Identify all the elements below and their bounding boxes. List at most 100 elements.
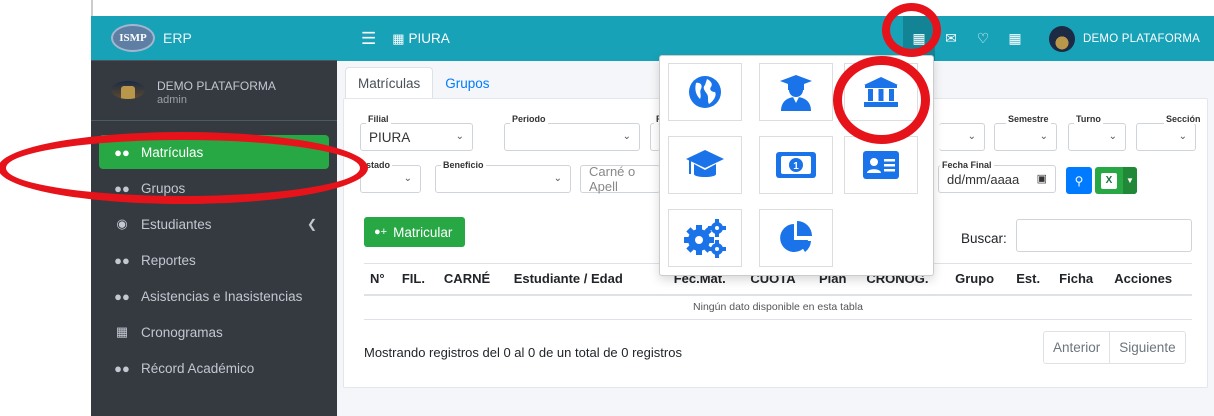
search-button[interactable]: ⚲ (1066, 167, 1092, 194)
semestre-label: Semestre (1006, 114, 1051, 124)
user-panel[interactable]: DEMO PLATAFORMA admin (91, 61, 337, 121)
select-partial[interactable]: ⌄ (939, 123, 985, 151)
chevron-down-icon: ⌄ (403, 173, 412, 184)
prev-page-button[interactable]: Anterior (1044, 332, 1109, 363)
sidebar-item-label: Cronogramas (141, 324, 223, 340)
carne-search-input[interactable]: Carné o Apell (580, 164, 660, 194)
fecha-final-value: dd/mm/aaaa (947, 171, 1020, 187)
menu-toggle-icon[interactable]: ☰ (361, 29, 376, 49)
money-bill-icon: 1 (776, 152, 816, 178)
next-page-button[interactable]: Siguiente (1109, 332, 1184, 363)
top-user-name[interactable]: DEMO PLATAFORMA (1083, 33, 1200, 45)
chevron-down-icon: ⌄ (1108, 131, 1117, 142)
chevron-down-icon: ⌄ (1178, 131, 1187, 142)
sidebar: ISMP ERP DEMO PLATAFORMA admin ●● Matríc… (91, 16, 337, 416)
fecha-final-label: Fecha Final (940, 160, 994, 170)
calendar-icon[interactable]: ▣ (1037, 172, 1047, 185)
periodo-label: Periodo (510, 114, 548, 124)
users-icon: ●● (114, 360, 130, 376)
calendar-icon[interactable]: ▦ (999, 16, 1031, 61)
avatar[interactable] (1049, 25, 1076, 52)
app-tile-id-card[interactable] (844, 136, 918, 194)
user-plus-icon: ●+ (374, 226, 388, 238)
user-name: DEMO PLATAFORMA (157, 79, 276, 93)
beneficio-label: Beneficio (441, 160, 486, 170)
top-right-controls: ▦ ✉ ♡ ▦ DEMO PLATAFORMA (903, 16, 1214, 61)
col-acciones[interactable]: Acciones (1108, 263, 1192, 296)
building-icon: ▦ (392, 30, 405, 46)
sidebar-item-cronogramas[interactable]: ▦ Cronogramas (99, 315, 329, 349)
pie-chart-icon (780, 221, 812, 252)
highlight-ring-matriculas (0, 132, 368, 204)
sidebar-item-label: Récord Académico (141, 360, 255, 376)
semestre-select[interactable]: ⌄ (994, 123, 1057, 151)
filial-select[interactable]: PIURA ⌄ (360, 123, 473, 151)
users-icon: ●● (114, 252, 130, 268)
avatar (111, 81, 145, 99)
app-tile-globe[interactable] (668, 63, 742, 121)
globe-icon (689, 76, 721, 108)
table-row: Ningún dato disponible en esta tabla (364, 294, 1192, 320)
col-est[interactable]: Est. (1010, 263, 1054, 296)
tab-bar: Matrículas Grupos (345, 67, 502, 99)
app-tile-money[interactable]: 1 (759, 136, 833, 194)
buscar-label: Buscar: (961, 231, 1007, 246)
caret-down-icon[interactable]: ▼ (1123, 167, 1137, 194)
filial-value: PIURA (369, 129, 411, 145)
seccion-label: Sección (1164, 114, 1203, 124)
id-card-icon (863, 151, 899, 179)
chevron-down-icon: ⌄ (1039, 131, 1048, 142)
sidebar-item-estudiantes[interactable]: ◉ Estudiantes ❮ (99, 207, 329, 241)
excel-icon: X (1101, 172, 1117, 189)
table-info: Mostrando registros del 0 al 0 de un tot… (364, 345, 682, 360)
search-icon: ⚲ (1074, 173, 1084, 188)
table-search-input[interactable] (1016, 219, 1192, 252)
highlight-ring-institution (833, 56, 930, 144)
graduation-cap-icon (686, 150, 724, 177)
student-icon (780, 75, 812, 111)
filial-label: Filial (366, 114, 391, 124)
tab-grupos[interactable]: Grupos (433, 67, 501, 99)
sidebar-item-asistencias[interactable]: ●● Asistencias e Inasistencias (99, 279, 329, 313)
pagination: Anterior Siguiente (1043, 331, 1186, 364)
brand-name: ERP (163, 30, 192, 46)
app-tile-graduation[interactable] (668, 136, 742, 194)
bell-icon[interactable]: ♡ (967, 16, 999, 61)
excel-export-button[interactable]: X ▼ (1095, 167, 1137, 194)
estado-label: stado (364, 160, 393, 170)
col-n[interactable]: N° (364, 263, 396, 296)
office-name[interactable]: PIURA (409, 31, 450, 46)
carne-search-placeholder: Carné o Apell (589, 164, 636, 194)
chevron-down-icon: ⌄ (622, 131, 631, 142)
tab-matriculas[interactable]: Matrículas (345, 67, 434, 99)
app-tile-reports[interactable] (759, 209, 833, 267)
brand-logo: ISMP (111, 24, 155, 52)
turno-select[interactable]: ⌄ (1068, 123, 1126, 151)
app-tile-settings[interactable] (668, 209, 742, 267)
seccion-select[interactable]: ⌄ (1136, 123, 1196, 151)
sidebar-item-record-academico[interactable]: ●● Récord Académico (99, 351, 329, 385)
turno-label: Turno (1074, 114, 1103, 124)
col-fil[interactable]: FIL. (395, 263, 438, 296)
chevron-down-icon: ⌄ (967, 131, 976, 142)
users-icon: ●● (114, 288, 130, 304)
app-tile-student[interactable] (759, 63, 833, 121)
cogs-icon (684, 219, 726, 258)
col-ficha[interactable]: Ficha (1053, 263, 1109, 296)
highlight-ring-apps (882, 3, 941, 57)
col-carne[interactable]: CARNÉ (437, 263, 508, 296)
sidebar-item-label: Reportes (141, 252, 196, 268)
matricular-label: Matricular (393, 224, 453, 240)
chevron-left-icon: ❮ (306, 217, 317, 231)
col-estudiante[interactable]: Estudiante / Edad (507, 263, 668, 296)
svg-text:1: 1 (793, 161, 799, 172)
brand-link[interactable]: ISMP ERP (91, 16, 337, 61)
periodo-select[interactable]: ⌄ (504, 123, 640, 151)
matricular-button[interactable]: ●+ Matricular (364, 217, 465, 247)
chevron-down-icon: ⌄ (553, 173, 562, 184)
col-grupo[interactable]: Grupo (949, 263, 1011, 296)
user-role: admin (157, 94, 187, 106)
empty-table-message: Ningún dato disponible en esta tabla (364, 294, 1192, 320)
calendar-icon: ▦ (115, 324, 129, 339)
sidebar-item-reportes[interactable]: ●● Reportes (99, 243, 329, 277)
